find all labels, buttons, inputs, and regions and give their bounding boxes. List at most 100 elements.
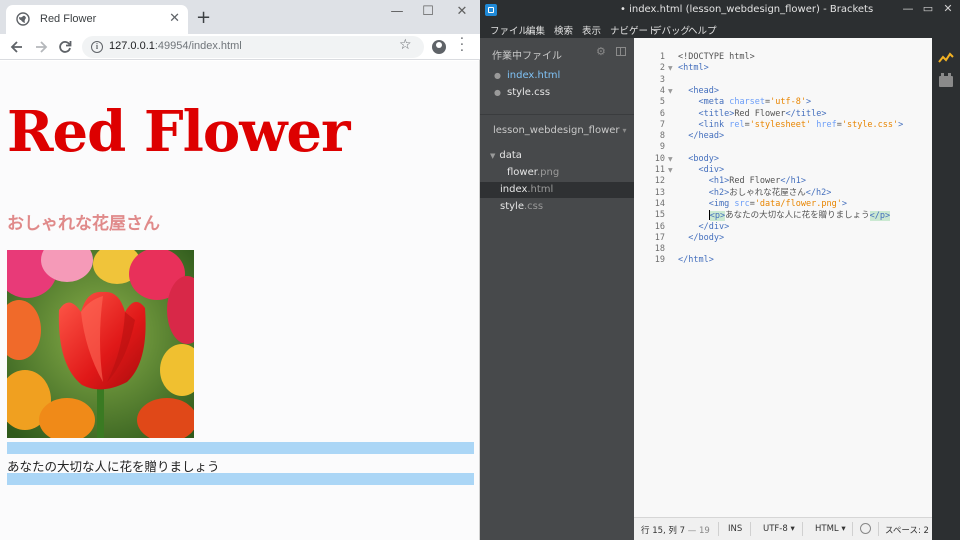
- minimize-button[interactable]: —: [382, 4, 412, 20]
- project-name: lesson_webdesign_flower: [493, 125, 620, 136]
- code-line-6: <title>Red Flower</title>: [698, 108, 827, 119]
- tree-folder-data[interactable]: ▼ data: [480, 148, 634, 164]
- file-extension: .png: [536, 167, 560, 178]
- line-number: 3: [659, 74, 665, 85]
- line-number: 13: [654, 187, 665, 198]
- gear-icon[interactable]: ⚙: [596, 45, 606, 58]
- brackets-minimize-button[interactable]: —: [898, 2, 918, 16]
- highlight-margin-top: [7, 442, 474, 454]
- highlight-margin-bottom: [7, 473, 474, 485]
- cursor-position-text: 行 15, 列 7: [641, 526, 686, 536]
- address-bar[interactable]: i 127.0.0.1:49954/index.html: [82, 36, 424, 58]
- brackets-maximize-button[interactable]: ▭: [918, 2, 938, 16]
- forward-arrow-icon[interactable]: [32, 38, 50, 56]
- maximize-button[interactable]: ☐: [413, 4, 443, 20]
- indent-spaces-setting[interactable]: スペース: 2: [885, 524, 929, 536]
- line-number: 6: [659, 108, 665, 119]
- line-number: 8: [659, 131, 665, 142]
- reload-icon[interactable]: [56, 38, 74, 56]
- chevron-down-icon: ▾: [622, 126, 627, 135]
- menu-help[interactable]: ヘルプ: [688, 23, 717, 37]
- line-number: 14: [654, 198, 665, 209]
- language-dropdown[interactable]: HTML ▾: [815, 524, 846, 534]
- cursor-position-sub: — 19: [687, 526, 710, 536]
- code-line-5: <meta charset='utf-8'>: [698, 97, 812, 108]
- tab-red-flower[interactable]: Red Flower ✕: [6, 5, 188, 34]
- flower-image: [7, 250, 194, 438]
- working-file-name: style.css: [506, 87, 551, 98]
- code-line-16: </div>: [698, 221, 730, 232]
- code-line-4: <head>: [688, 85, 719, 96]
- project-dropdown[interactable]: lesson_webdesign_flower ▾: [493, 125, 627, 136]
- back-arrow-icon[interactable]: [8, 38, 26, 56]
- line-number: 18: [654, 244, 665, 255]
- menu-navigate[interactable]: ナビゲート: [610, 23, 658, 37]
- url-text: 127.0.0.1:49954/index.html: [109, 40, 242, 52]
- right-toolbar: [932, 38, 960, 540]
- code-line-7: <link rel='stylesheet' href='style.css'>: [698, 119, 904, 130]
- tree-file-flower-png[interactable]: flower.png: [480, 165, 634, 181]
- close-button[interactable]: ✕: [447, 4, 477, 20]
- more-menu-icon[interactable]: · · ·: [457, 33, 467, 58]
- code-line-17: </body>: [688, 232, 725, 243]
- split-view-icon[interactable]: [616, 47, 626, 56]
- line-number-gutter: 1 2 3 4 5 6 7 8 9 10 11 12 13 14 15 16 1…: [634, 38, 674, 517]
- line-number: 11: [654, 165, 665, 175]
- url-path: :49954/index.html: [154, 40, 242, 52]
- chevron-down-icon: ▾: [841, 524, 846, 534]
- info-icon[interactable]: i: [91, 41, 103, 53]
- menu-view[interactable]: 表示: [582, 23, 601, 37]
- browser-window: Red Flower ✕ + — ☐ ✕ i 127.0.0.1:49954/i…: [0, 0, 480, 540]
- globe-icon: [16, 12, 30, 26]
- fold-arrow-icon[interactable]: ▼: [668, 165, 673, 176]
- code-line-8: </head>: [688, 131, 725, 142]
- line-number: 2: [659, 63, 665, 74]
- bookmark-star-icon[interactable]: ☆: [399, 37, 412, 53]
- status-separator: [718, 522, 719, 536]
- tree-file-index-html[interactable]: index.html: [480, 182, 634, 198]
- menu-debug[interactable]: デバッグ: [652, 23, 690, 37]
- code-line-2: <html>: [678, 63, 709, 74]
- working-file-index-html[interactable]: ● index.html: [494, 70, 560, 81]
- code-line-13: <h2>おしゃれな花屋さん</h2>: [708, 187, 832, 198]
- code-editor[interactable]: 1 2 3 4 5 6 7 8 9 10 11 12 13 14 15 16 1…: [634, 38, 932, 517]
- line-number: 19: [654, 255, 665, 266]
- tab-close-icon[interactable]: ✕: [169, 12, 180, 26]
- file-sidebar: 作業中ファイル ⚙ ● index.html ● style.css lesson_…: [480, 38, 634, 540]
- file-basename: style: [500, 201, 524, 212]
- brackets-close-button[interactable]: ✕: [938, 2, 958, 16]
- brackets-titlebar: • index.html (lesson_webdesign_flower) -…: [480, 0, 960, 20]
- tree-file-style-css[interactable]: style.css: [480, 199, 634, 215]
- page-viewport: Red Flower おしゃれな花屋さん あなたの大切な人に花を贈りましょう: [0, 61, 479, 540]
- fold-arrow-icon[interactable]: ▼: [668, 154, 673, 165]
- status-separator: [852, 522, 853, 536]
- code-line-1: <!DOCTYPE html>: [678, 52, 755, 62]
- working-files-header: 作業中ファイル: [492, 51, 562, 62]
- menu-file[interactable]: ファイル: [490, 23, 528, 37]
- extension-manager-icon[interactable]: [939, 73, 953, 87]
- line-number: 16: [654, 221, 665, 232]
- live-preview-icon[interactable]: [938, 52, 954, 64]
- file-extension: .html: [527, 184, 554, 195]
- url-host: 127.0.0.1: [109, 40, 155, 52]
- line-number: 15: [654, 210, 665, 221]
- insert-mode-toggle[interactable]: INS: [728, 524, 742, 534]
- status-separator: [750, 522, 751, 536]
- file-extension: .css: [523, 201, 544, 212]
- line-number: 10: [654, 153, 665, 164]
- menu-edit[interactable]: 編集: [526, 23, 545, 37]
- working-file-name: index.html: [506, 70, 561, 81]
- code-line-11: <div>: [698, 165, 725, 175]
- new-tab-button[interactable]: +: [196, 9, 211, 27]
- fold-arrow-icon[interactable]: ▼: [668, 86, 673, 97]
- menu-find[interactable]: 検索: [554, 23, 573, 37]
- working-file-style-css[interactable]: ● style.css: [494, 87, 550, 98]
- linter-status-icon[interactable]: [860, 523, 871, 534]
- account-icon[interactable]: [432, 40, 446, 54]
- language-value: HTML: [815, 524, 839, 534]
- line-number: 1: [659, 52, 665, 62]
- brackets-logo-icon: [485, 4, 497, 16]
- encoding-dropdown[interactable]: UTF-8 ▾: [763, 524, 795, 534]
- code-line-15: <p>あなたの大切な人に花を贈りましょう</p>: [708, 210, 891, 221]
- fold-arrow-icon[interactable]: ▼: [668, 63, 673, 74]
